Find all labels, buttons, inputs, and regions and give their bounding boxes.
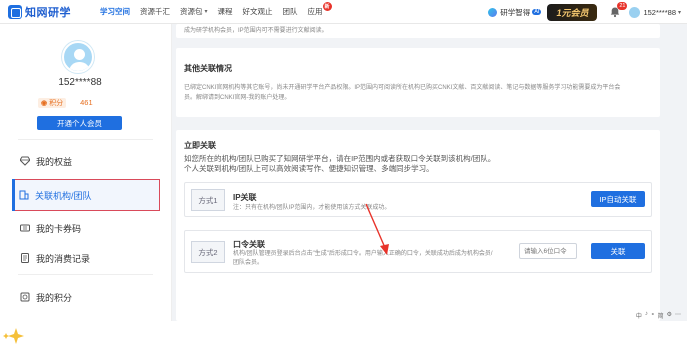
sidebar-item-linked-org[interactable]: 关联机构/团队 (11, 178, 160, 211)
user-avatar[interactable] (629, 6, 641, 18)
chevron-down-icon[interactable]: ▾ (678, 9, 681, 16)
ime-punct-icon[interactable]: ∘ (651, 311, 655, 320)
notification-count: 21 (617, 2, 628, 10)
nav-item-courses[interactable]: 课程 (218, 6, 233, 17)
code-association-title: 口令关联 (233, 240, 265, 249)
top-navigation-bar: 知网研学 学习空间 资源千汇 资源包 ▾ 课程 好文观止 团队 应用 新 研学智… (0, 0, 687, 24)
nav-item-articles[interactable]: 好文观止 (243, 6, 273, 17)
open-membership-button[interactable]: 开通个人会员 (37, 116, 122, 130)
points-label: 积分 (49, 99, 64, 107)
join-org-title: 立即关联 (184, 141, 216, 150)
receipt-icon (20, 253, 30, 263)
sidebar-item-label: 我的消费记录 (36, 253, 91, 264)
sparkle-icon (3, 328, 24, 344)
main-content: 成为研学机构会员，IP范围内可不需要进行文献阅读。 其他关联情况 已绑定CNKI… (172, 24, 687, 321)
ai-badge: AI (532, 9, 542, 15)
other-associations-title: 其他关联情况 (184, 64, 232, 73)
nav-item-team[interactable]: 团队 (283, 6, 298, 17)
new-badge: 新 (322, 2, 332, 11)
points-row: ◉ 积分 461 (38, 97, 118, 108)
nav-item-apps[interactable]: 应用 新 (307, 2, 332, 17)
ime-simplified-icon[interactable]: 简 (658, 311, 664, 320)
sidebar: 152****88 ◉ 积分 461 开通个人会员 我的权益 关联机构/团队 我… (0, 24, 172, 321)
join-org-desc-2: 个人关联到机构/团队上可以高效阅读写作、便捷知识管理、多端同步学习。 (184, 164, 434, 173)
profile-panel: 152****88 ◉ 积分 461 开通个人会员 (0, 24, 172, 139)
ai-assistant-icon (488, 7, 498, 17)
ip-auto-link-button[interactable]: IP自动关联 (591, 191, 645, 207)
input-method-toolbar: 中 ♪ ∘ 简 ⚙ ⋯ (633, 311, 681, 320)
link-building-icon (19, 190, 29, 200)
sidebar-item-purchases[interactable]: 我的消费记录 (0, 242, 160, 274)
coin-icon: ◉ (41, 99, 48, 107)
sidebar-item-coupons[interactable]: 我的卡券码 (0, 212, 160, 244)
invite-code-input[interactable] (519, 243, 577, 259)
bottom-strip (0, 321, 687, 349)
notification-bell[interactable]: 21 (609, 2, 628, 18)
ip-association-title: IP关联 (233, 193, 257, 202)
more-icon[interactable]: ⋯ (675, 311, 681, 320)
logo[interactable]: 知网研学 (8, 4, 100, 20)
nav-item-study-space[interactable]: 学习空间 (100, 6, 130, 17)
ai-assistant-label: 研学智得 (500, 7, 531, 17)
ip-association-box: 方式1 IP关联 注：只有在机构/团队IP范围内，才能使用该方式关联成功。 IP… (184, 182, 652, 217)
points-chip: ◉ 积分 (38, 97, 67, 108)
diamond-icon (20, 156, 30, 166)
coins-icon (20, 292, 30, 302)
divider (18, 274, 153, 275)
method-tag: 方式1 (191, 189, 225, 211)
gear-icon[interactable]: ⚙ (667, 311, 672, 320)
sidebar-item-label: 关联机构/团队 (35, 190, 92, 201)
profile-avatar[interactable] (62, 41, 94, 73)
membership-info-text: 成为研学机构会员，IP范围内可不需要进行文献阅读。 (184, 28, 328, 34)
ai-assistant-link[interactable]: 研学智得 AI (488, 7, 542, 18)
code-association-desc-2: 团队会员。 (233, 260, 264, 266)
sidebar-item-benefits[interactable]: 我的权益 (0, 145, 160, 177)
chevron-down-icon: ▾ (204, 9, 208, 15)
nav-item-resource-pack[interactable]: 资源包 ▾ (180, 6, 208, 17)
sidebar-item-label: 我的卡券码 (36, 223, 82, 234)
nav-item-apps-label: 应用 (307, 7, 323, 16)
ime-voice-icon[interactable]: ♪ (645, 311, 648, 320)
vip-promo-banner[interactable]: 1元会员 (547, 3, 598, 21)
logo-text: 知网研学 (25, 6, 71, 19)
main-nav: 学习空间 资源千汇 资源包 ▾ 课程 好文观止 团队 应用 新 (100, 0, 333, 24)
other-associations-card: 其他关联情况 已绑定CNKI官网机构等其它账号，尚未开通研学平台产品权限。IP范… (176, 48, 660, 117)
sidebar-item-points[interactable]: 我的积分 (0, 281, 160, 313)
join-org-card: 立即关联 如您所在的机构/团队已购买了知网研学平台，请在IP范围内或者获取口令关… (176, 130, 660, 321)
divider (18, 139, 153, 140)
other-associations-text-2: 员。解绑请到CNKI官网-我的账户处理。 (184, 95, 291, 101)
method-tag: 方式2 (191, 241, 225, 263)
annotation-arrow (365, 203, 389, 255)
join-org-desc-1: 如您所在的机构/团队已购买了知网研学平台，请在IP范围内或者获取口令关联到该机构… (184, 154, 496, 163)
points-value: 461 (80, 98, 93, 107)
nav-item-resource-pack-label: 资源包 (180, 7, 203, 16)
link-button[interactable]: 关联 (591, 243, 645, 259)
header-right: 研学智得 AI 1元会员 21 152****88 ▾ (488, 0, 681, 24)
nav-item-resources[interactable]: 资源千汇 (140, 6, 170, 17)
ticket-icon (20, 223, 30, 233)
ime-lang-icon[interactable]: 中 (636, 311, 642, 320)
sidebar-item-label: 我的权益 (36, 156, 73, 167)
other-associations-text: 已绑定CNKI官网机构等其它账号，尚未开通研学平台产品权限。IP范围内可阅读所在… (184, 85, 621, 91)
code-association-box: 方式2 口令关联 机构/团队管理员登录后台点击"生成"后形成口令。用户输入正确的… (184, 230, 652, 273)
sidebar-item-label: 我的积分 (36, 292, 73, 303)
user-name[interactable]: 152****88 (643, 8, 676, 17)
logo-icon (8, 4, 22, 19)
profile-name: 152****88 (58, 77, 102, 88)
membership-info-card: 成为研学机构会员，IP范围内可不需要进行文献阅读。 (176, 24, 660, 38)
